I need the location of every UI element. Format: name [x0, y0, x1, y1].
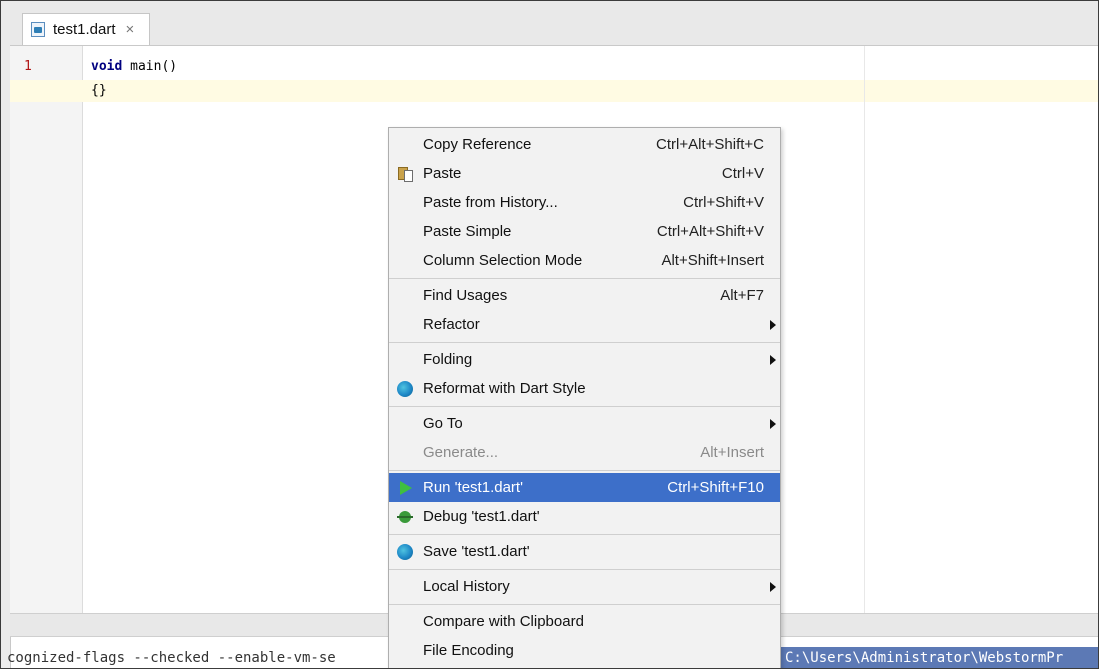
menu-item-shortcut: Ctrl+Alt+Shift+C: [656, 136, 764, 153]
menu-separator: [389, 569, 780, 570]
menu-item-shortcut: Ctrl+V: [721, 165, 764, 182]
menu-item-run[interactable]: Run 'test1.dart' Ctrl+Shift+F10: [389, 473, 780, 502]
line-number: 1: [24, 59, 32, 74]
menu-item-label: File Encoding: [423, 642, 514, 659]
menu-item-shortcut: Alt+F7: [720, 287, 764, 304]
menu-item-label: Save 'test1.dart': [423, 543, 530, 560]
menu-item-label: Reformat with Dart Style: [423, 380, 586, 397]
submenu-arrow-icon: [770, 355, 776, 365]
menu-item-label: Debug 'test1.dart': [423, 508, 540, 525]
code-text: main(): [122, 59, 178, 74]
menu-separator: [389, 604, 780, 605]
menu-item-label: Paste: [423, 165, 462, 182]
menu-item-label: Compare with Clipboard: [423, 613, 584, 630]
code-keyword: void: [91, 59, 123, 74]
menu-separator: [389, 534, 780, 535]
menu-item-local-history[interactable]: Local History: [389, 572, 780, 601]
menu-item-label: Paste Simple: [423, 223, 512, 240]
line-number-gutter: 1 2: [10, 46, 83, 613]
submenu-arrow-icon: [770, 582, 776, 592]
menu-item-label: Column Selection Mode: [423, 252, 583, 269]
menu-item-find-usages[interactable]: Find Usages Alt+F7: [389, 281, 780, 310]
close-icon[interactable]: ×: [126, 21, 135, 38]
editor-context-menu: Copy Reference Ctrl+Alt+Shift+C Paste Ct…: [388, 127, 781, 668]
menu-item-shortcut: Alt+Shift+Insert: [661, 252, 764, 269]
console-output-path: C:\Users\Administrator\WebstormPr: [781, 647, 1098, 668]
menu-item-folding[interactable]: Folding: [389, 345, 780, 374]
menu-item-label: Run 'test1.dart': [423, 479, 523, 496]
right-margin-guide: [864, 46, 865, 613]
current-line-highlight: [10, 80, 1098, 102]
code-text: {}: [91, 83, 107, 98]
menu-item-label: Refactor: [423, 316, 480, 333]
menu-item-save[interactable]: Save 'test1.dart': [389, 537, 780, 566]
menu-item-generate: Generate... Alt+Insert: [389, 438, 780, 467]
dart-icon: [397, 381, 413, 397]
menu-item-shortcut: Ctrl+Shift+V: [683, 194, 764, 211]
editor-tab-bar: test1.dart ×: [10, 1, 1098, 46]
menu-item-file-encoding[interactable]: File Encoding: [389, 636, 780, 665]
menu-item-label: Copy Reference: [423, 136, 532, 153]
menu-item-label: Generate...: [423, 444, 499, 461]
menu-item-shortcut: Ctrl+Shift+F10: [667, 479, 764, 496]
menu-item-copy-reference[interactable]: Copy Reference Ctrl+Alt+Shift+C: [389, 130, 780, 159]
dart-file-icon: [31, 22, 45, 37]
menu-item-label: Folding: [423, 351, 473, 368]
menu-item-column-selection-mode[interactable]: Column Selection Mode Alt+Shift+Insert: [389, 246, 780, 275]
menu-item-label: Paste from History...: [423, 194, 558, 211]
code-line: {}: [91, 83, 107, 98]
menu-item-paste[interactable]: Paste Ctrl+V: [389, 159, 780, 188]
menu-item-reformat-dart-style[interactable]: Reformat with Dart Style: [389, 374, 780, 403]
menu-separator: [389, 470, 780, 471]
menu-separator: [389, 406, 780, 407]
menu-item-paste-simple[interactable]: Paste Simple Ctrl+Alt+Shift+V: [389, 217, 780, 246]
menu-item-label: Find Usages: [423, 287, 508, 304]
menu-item-go-to[interactable]: Go To: [389, 409, 780, 438]
menu-item-shortcut: Ctrl+Alt+Shift+V: [656, 223, 764, 240]
menu-item-label: Go To: [423, 415, 463, 432]
run-icon: [397, 479, 415, 497]
menu-separator: [389, 278, 780, 279]
paste-icon: [397, 165, 415, 183]
code-line: void main(): [91, 59, 177, 74]
menu-item-label: Local History: [423, 578, 510, 595]
menu-item-debug[interactable]: Debug 'test1.dart': [389, 502, 780, 531]
menu-separator: [389, 342, 780, 343]
console-output-text: cognized-flags --checked --enable-vm-se: [7, 650, 336, 666]
tab-label: test1.dart: [53, 21, 116, 38]
ide-window: test1.dart × 1 2 void main() {} cognized…: [0, 0, 1099, 669]
menu-item-shortcut: Alt+Insert: [700, 444, 764, 461]
menu-item-compare-with-clipboard[interactable]: Compare with Clipboard: [389, 607, 780, 636]
submenu-arrow-icon: [770, 320, 776, 330]
submenu-arrow-icon: [770, 419, 776, 429]
tab-test1-dart[interactable]: test1.dart ×: [22, 13, 150, 45]
dart-icon: [397, 544, 413, 560]
menu-item-refactor[interactable]: Refactor: [389, 310, 780, 339]
debug-icon: [397, 508, 415, 526]
menu-item-paste-from-history[interactable]: Paste from History... Ctrl+Shift+V: [389, 188, 780, 217]
